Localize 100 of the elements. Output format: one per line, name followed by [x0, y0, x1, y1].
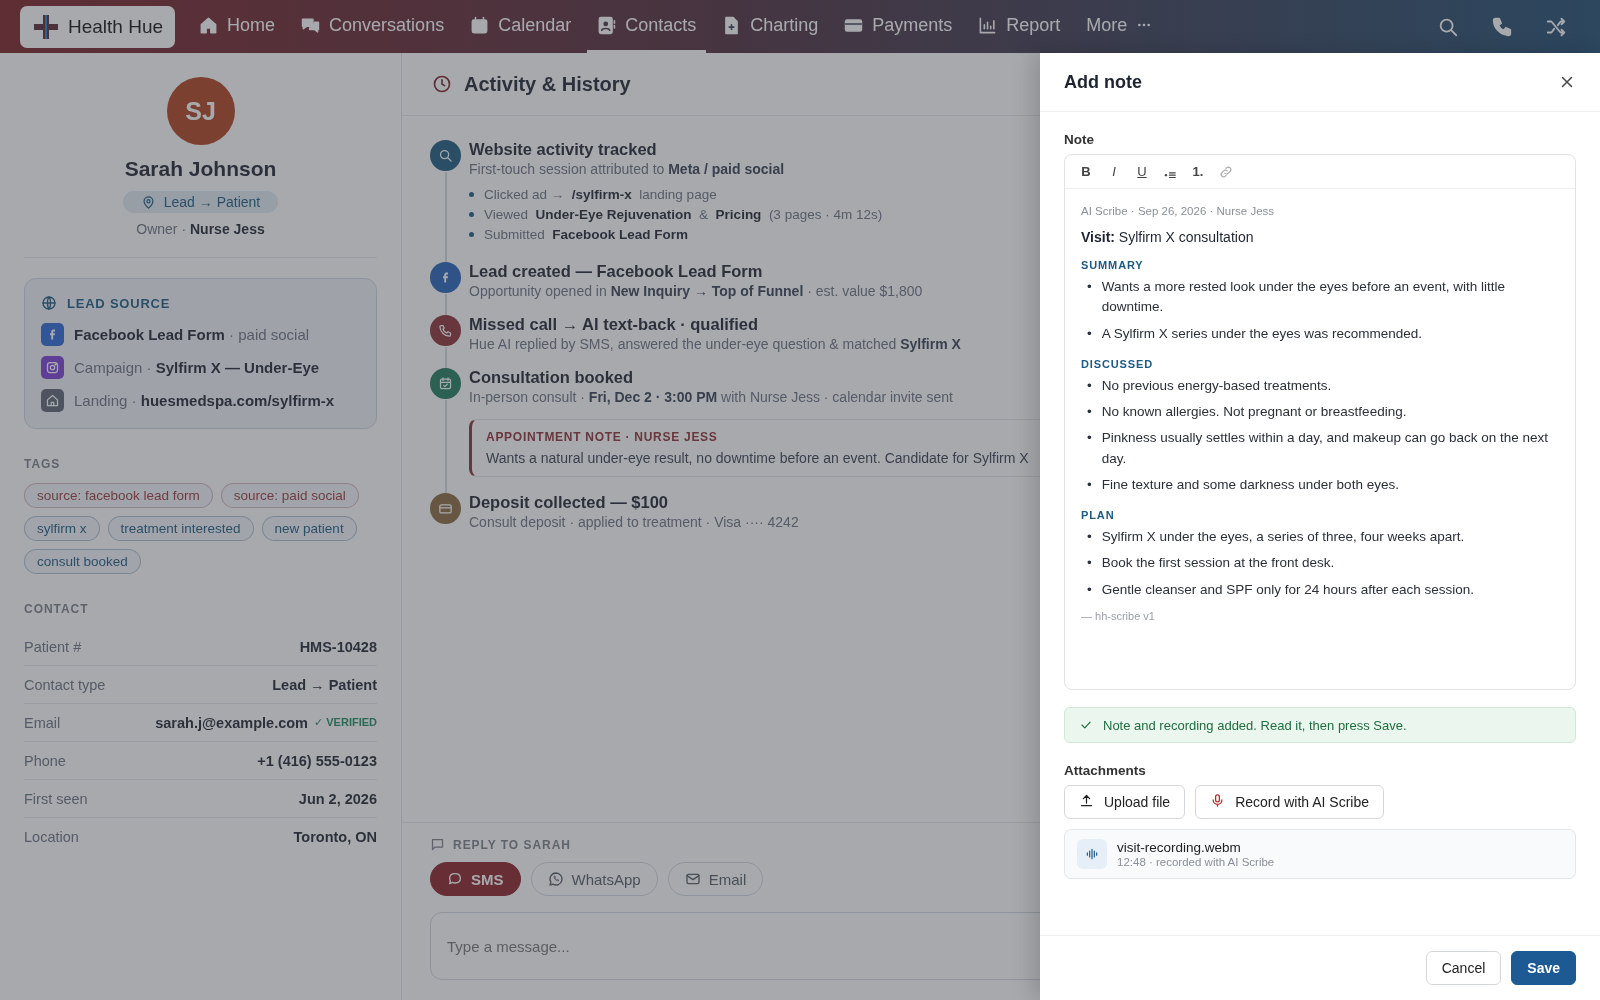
- bullet-marker: •: [1087, 475, 1092, 494]
- tag-chip[interactable]: consult booked: [24, 549, 141, 574]
- contact-card-icon: [597, 15, 617, 35]
- event-title: Consultation booked: [469, 368, 635, 387]
- field-value: Toronto, ON: [293, 828, 377, 845]
- save-button[interactable]: Save: [1511, 951, 1576, 985]
- file-name: visit-recording.webm: [1117, 840, 1242, 855]
- search-icon: [438, 148, 453, 163]
- calendar-icon: [470, 15, 490, 35]
- channel-tab[interactable]: WhatsApp: [530, 862, 658, 896]
- nav-tab[interactable]: Conversations: [291, 0, 455, 53]
- event-detail: Clicked ad → /sylfirm-x landing page: [484, 187, 717, 202]
- bullet-marker: •: [1087, 528, 1092, 546]
- bullet-marker: •: [1087, 376, 1092, 395]
- record-button[interactable]: Record with AI Scribe: [1195, 785, 1384, 819]
- message-icon: [430, 837, 445, 852]
- note-section-heading: SUMMARY: [1081, 259, 1145, 271]
- event-title: Website activity tracked: [469, 140, 658, 159]
- note-bullet: No previous energy-based treatments.: [1101, 376, 1332, 395]
- credit-card-icon: [438, 501, 453, 516]
- tag-chip[interactable]: sylfirm x: [24, 516, 100, 541]
- bullet-dot: [469, 212, 474, 217]
- bullet-marker: •: [1087, 324, 1092, 343]
- panel-title: Activity & History: [464, 72, 631, 96]
- envelope-icon: [684, 871, 701, 887]
- tag-chip[interactable]: source: facebook lead form: [24, 483, 213, 508]
- event-title: Lead created — Facebook Lead Form: [469, 262, 764, 281]
- field-value: HMS-10428: [299, 638, 377, 655]
- nav-tab[interactable]: Charting: [712, 0, 829, 53]
- tag-chip[interactable]: source: paid social: [220, 483, 359, 508]
- channel-tab[interactable]: Email: [667, 862, 764, 896]
- field-label: First seen: [24, 790, 88, 807]
- section-title: LEAD SOURCE: [67, 295, 171, 311]
- field-value: +1 (416) 555-0123: [257, 752, 377, 769]
- bullet-marker: •: [1087, 403, 1092, 421]
- field-label: Phone: [24, 752, 66, 769]
- nav-tab[interactable]: Calendar: [460, 0, 582, 53]
- link-icon: [1219, 164, 1233, 179]
- event-description: Hue AI replied by SMS, answered the under-eye question & matched Sylfirm X: [469, 336, 962, 352]
- note-editor[interactable]: [1064, 154, 1576, 690]
- source-text: Landing · huesmedspa.com/sylfirm-x: [74, 392, 335, 409]
- upload-icon: [1079, 793, 1094, 808]
- source-text: Facebook Lead Form · paid social: [74, 326, 310, 343]
- chat-bubbles-icon: [301, 15, 321, 35]
- file-meta: 12:48 · recorded with AI Scribe: [1117, 856, 1275, 868]
- bar-chart-icon: [978, 15, 998, 35]
- cancel-button[interactable]: Cancel: [1425, 951, 1502, 985]
- nav-tab[interactable]: More: [1076, 0, 1163, 53]
- bullet-dot: [469, 192, 474, 197]
- field-value: Lead → Patient: [272, 676, 377, 693]
- chat-bubble-icon: [447, 871, 463, 887]
- contact-name: Sarah Johnson: [124, 157, 277, 181]
- bold-button[interactable]: B: [1075, 159, 1097, 184]
- event-detail: Submitted Facebook Lead Form: [484, 227, 689, 242]
- shuffle-icon: [1545, 15, 1567, 38]
- underline-button[interactable]: U: [1131, 159, 1153, 184]
- upload-button[interactable]: Upload file: [1064, 785, 1186, 819]
- section-title: TAGS: [24, 457, 62, 471]
- waveform-icon: [1085, 847, 1099, 861]
- globe-icon: [41, 295, 57, 311]
- brand-logo[interactable]: Health Hue: [20, 5, 176, 48]
- note-meta: AI Scribe · Sep 26, 2026 · Nurse Jess: [1081, 205, 1276, 217]
- note-bullet: Fine texture and some darkness under both eyes.: [1101, 475, 1399, 494]
- channel-tab[interactable]: SMS: [430, 862, 521, 896]
- section-title: REPLY TO SARAH: [453, 837, 571, 852]
- drawer-title: Add note: [1064, 71, 1142, 93]
- note-bullet: Book the first session at the front desk.: [1101, 554, 1335, 573]
- event-description: First-touch session attributed to Meta / paid social: [469, 161, 786, 177]
- bullet-marker: •: [1087, 278, 1092, 296]
- cross-logo-icon: [32, 12, 60, 41]
- calendar-check-icon: [438, 376, 453, 391]
- banner-text: Note and recording added. Read it, then press Save.: [1103, 717, 1407, 733]
- event-description: Consult deposit · applied to treatment · Visa ···· 4242: [469, 514, 800, 530]
- tag-chip[interactable]: new patient: [261, 516, 357, 541]
- avatar: SJ: [166, 77, 235, 145]
- note-section-heading: DISCUSSED: [1081, 357, 1155, 370]
- bullet-marker: •: [1087, 429, 1092, 448]
- nav-tab[interactable]: Home: [189, 0, 286, 53]
- visit-line: Visit: Sylfirm X consultation: [1081, 229, 1255, 245]
- bullet-marker: •: [1087, 554, 1092, 573]
- note-bullet: Gentle cleanser and SPF only for 24 hours after each session.: [1101, 580, 1474, 599]
- numbered-button[interactable]: 1.: [1187, 159, 1209, 184]
- note-text: Wants a natural under-eye result, no downtime before an event. Candidate for Sylfirm X: [486, 450, 1030, 466]
- field-label: Patient #: [24, 638, 82, 655]
- field-label: Location: [24, 828, 79, 845]
- attachment-item[interactable]: visit-recording.webm 12:48 · recorded with AI Scribe: [1064, 829, 1576, 879]
- note-section-heading: PLAN: [1081, 509, 1116, 521]
- nav-tab[interactable]: Payments: [834, 0, 963, 53]
- clock-icon: [432, 74, 452, 94]
- bullet-dot: [469, 232, 474, 237]
- nav-tab[interactable]: Report: [968, 0, 1071, 53]
- phone-icon: [1491, 15, 1513, 38]
- field-value: Jun 2, 2026: [298, 790, 377, 807]
- nav-tab[interactable]: Contacts: [587, 0, 707, 53]
- italic-button[interactable]: I: [1103, 159, 1125, 184]
- note-bullet: Sylfirm X under the eyes, a series of three, four weeks apart.: [1101, 528, 1465, 546]
- verified-label: ✓ VERIFIED: [314, 716, 377, 729]
- tag-chip[interactable]: treatment interested: [107, 516, 254, 541]
- signature: — hh-scribe v1: [1081, 609, 1156, 622]
- note-bullet: A Sylfirm X series under the eyes was recommended.: [1101, 324, 1423, 343]
